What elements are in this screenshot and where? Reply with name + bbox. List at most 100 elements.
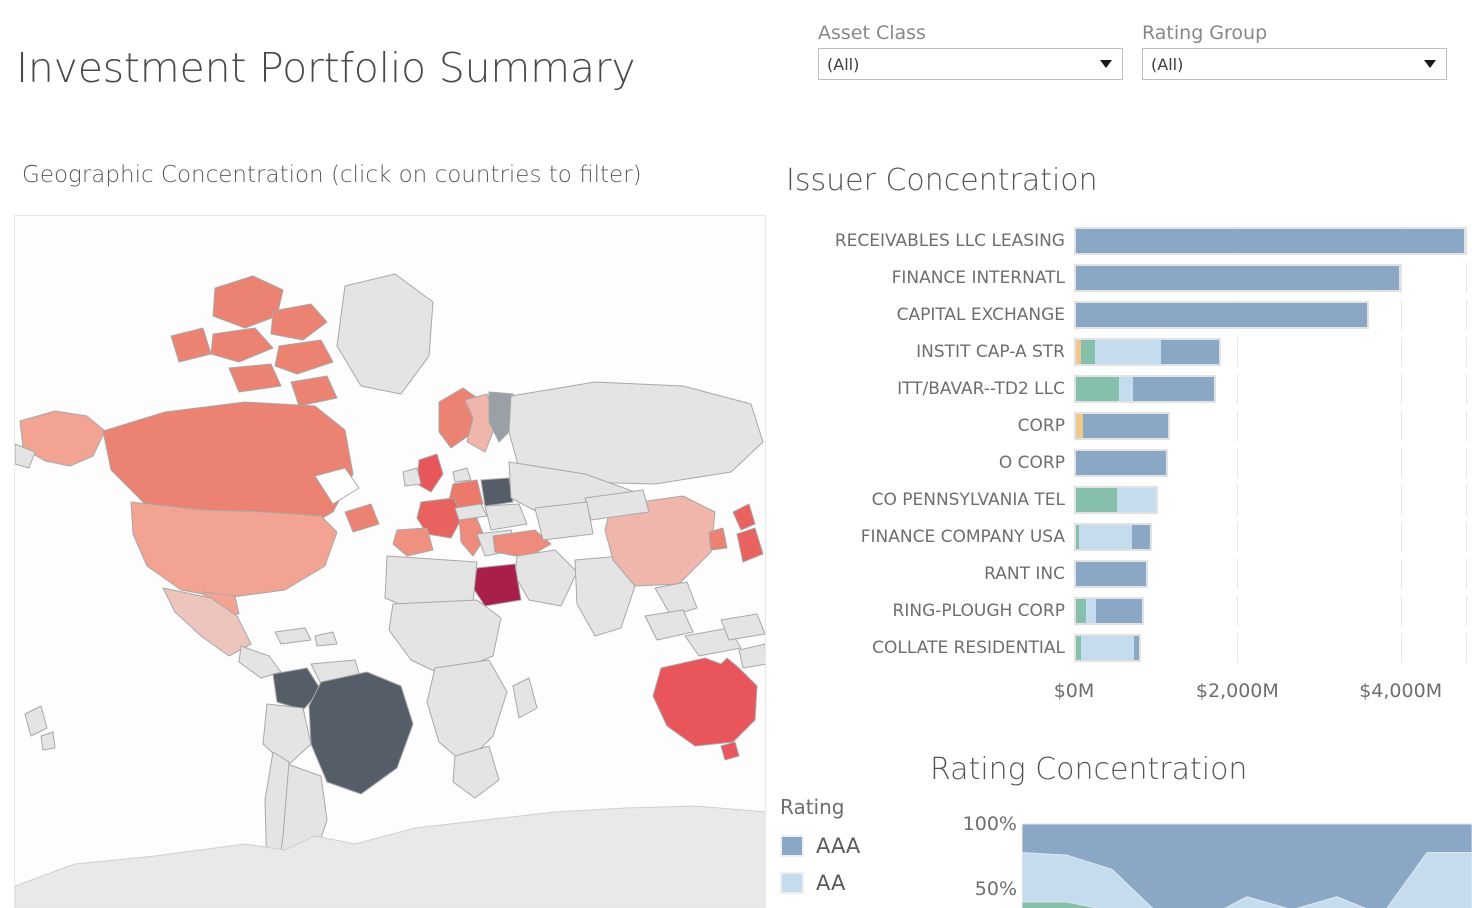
issuer-bar-track [1074, 373, 1467, 404]
issuer-bar-segment[interactable] [1095, 339, 1162, 364]
issuer-bar-stack[interactable] [1074, 448, 1168, 477]
issuer-bar-label: O CORP [998, 452, 1065, 473]
rating-legend: Rating AAAAAA [780, 795, 860, 908]
issuer-bar-track [1074, 225, 1467, 256]
issuer-bar-stack[interactable] [1074, 596, 1145, 625]
issuer-bar-label: ITT/BAVAR--TD2 LLC [897, 378, 1065, 399]
issuer-bar-track [1074, 632, 1467, 663]
issuer-bar-stack[interactable] [1074, 374, 1217, 403]
issuer-bar-segment[interactable] [1079, 524, 1132, 549]
issuer-bar-segment[interactable] [1081, 635, 1135, 660]
page-title: Investment Portfolio Summary [16, 44, 636, 92]
issuer-bar-row[interactable]: CAPITAL EXCHANGE [786, 296, 1467, 333]
legend-label: AA [816, 870, 846, 895]
issuer-concentration-title: Issuer Concentration [786, 163, 1098, 198]
chevron-down-icon[interactable] [1100, 60, 1112, 68]
issuer-bar-row[interactable]: RECEIVABLES LLC LEASING [786, 222, 1467, 259]
issuer-bar-track [1074, 336, 1467, 367]
issuer-bar-label: COLLATE RESIDENTIAL [872, 637, 1065, 658]
issuer-bar-row[interactable]: COLLATE RESIDENTIAL [786, 629, 1467, 666]
issuer-bar-label: RECEIVABLES LLC LEASING [834, 230, 1065, 251]
country-egypt [472, 563, 522, 607]
filter-asset-class-label: Asset Class [818, 22, 926, 44]
issuer-bar-stack[interactable] [1074, 226, 1466, 255]
issuer-bar-segment[interactable] [1076, 561, 1147, 586]
rating-y-tick: 100% [962, 813, 1017, 835]
issuer-bar-segment[interactable] [1132, 376, 1215, 401]
issuer-bar-row[interactable]: FINANCE INTERNATL [786, 259, 1467, 296]
rating-y-axis: 100% 50% [925, 810, 1017, 908]
legend-swatch [780, 871, 804, 894]
issuer-bar-row[interactable]: ITT/BAVAR--TD2 LLC [786, 370, 1467, 407]
issuer-bar-label: RANT INC [984, 563, 1065, 584]
issuer-concentration-chart: RECEIVABLES LLC LEASING FINANCE INTERNATL… [786, 222, 1467, 666]
filter-asset-class-dropdown[interactable]: (All) [818, 48, 1123, 80]
issuer-bar-label: FINANCE COMPANY USA [860, 526, 1065, 547]
rating-area-plot [1022, 810, 1472, 908]
issuer-bar-segment[interactable] [1076, 228, 1464, 253]
rating-concentration-title: Rating Concentration [930, 752, 1248, 787]
issuer-bar-stack[interactable] [1074, 411, 1171, 440]
filter-asset-class: Asset Class (All) [818, 22, 1123, 80]
issuer-bar-stack[interactable] [1074, 522, 1153, 551]
issuer-bar-segment[interactable] [1131, 524, 1151, 549]
issuer-bar-label: RING-PLOUGH CORP [892, 600, 1065, 621]
issuer-bar-segment[interactable] [1080, 339, 1096, 364]
issuer-bar-segment[interactable] [1076, 302, 1367, 327]
issuer-bar-segment[interactable] [1116, 487, 1156, 512]
issuer-bar-track [1074, 558, 1467, 589]
issuer-bar-row[interactable]: O CORP [786, 444, 1467, 481]
issuer-bar-track [1074, 262, 1467, 293]
issuer-bar-stack[interactable] [1074, 300, 1369, 329]
issuer-x-tick: $0M [1053, 680, 1095, 702]
issuer-bar-label: CORP [1017, 415, 1065, 436]
issuer-x-tick: $2,000M [1195, 680, 1279, 702]
country-poland [480, 477, 514, 507]
map-title: Geographic Concentration (click on count… [22, 162, 642, 188]
legend-item[interactable]: AAA [780, 827, 860, 864]
issuer-bar-stack[interactable] [1074, 337, 1221, 366]
issuer-bar-track [1074, 410, 1467, 441]
issuer-bar-segment[interactable] [1085, 598, 1097, 623]
chevron-down-icon[interactable] [1424, 60, 1436, 68]
issuer-bar-segment[interactable] [1076, 413, 1084, 438]
issuer-bar-row[interactable]: RING-PLOUGH CORP [786, 592, 1467, 629]
filter-rating-group-dropdown[interactable]: (All) [1142, 48, 1447, 80]
legend-item[interactable]: A [780, 901, 860, 908]
issuer-bar-segment[interactable] [1119, 376, 1133, 401]
issuer-bar-row[interactable]: INSTIT CAP-A STR [786, 333, 1467, 370]
issuer-bar-track [1074, 521, 1467, 552]
issuer-bar-segment[interactable] [1083, 413, 1169, 438]
issuer-bar-label: FINANCE INTERNATL [891, 267, 1065, 288]
issuer-bar-label: CAPITAL EXCHANGE [896, 304, 1065, 325]
issuer-bar-segment[interactable] [1161, 339, 1219, 364]
issuer-bar-segment[interactable] [1076, 376, 1120, 401]
issuer-bar-segment[interactable] [1134, 635, 1139, 660]
legend-swatch [780, 834, 804, 857]
dashboard-root: Investment Portfolio Summary Asset Class… [0, 0, 1472, 908]
issuer-bar-row[interactable]: CO PENNSYLVANIA TEL [786, 481, 1467, 518]
issuer-bar-track [1074, 595, 1467, 626]
geographic-concentration-map[interactable] [14, 215, 766, 908]
issuer-bar-stack[interactable] [1074, 485, 1158, 514]
issuer-bar-stack[interactable] [1074, 263, 1401, 292]
issuer-bar-row[interactable]: RANT INC [786, 555, 1467, 592]
issuer-bar-label: CO PENNSYLVANIA TEL [871, 489, 1065, 510]
issuer-bar-row[interactable]: FINANCE COMPANY USA [786, 518, 1467, 555]
rating-y-tick: 50% [974, 878, 1017, 900]
issuer-bar-stack[interactable] [1074, 559, 1149, 588]
issuer-bar-segment[interactable] [1076, 487, 1117, 512]
world-map-svg[interactable] [15, 216, 766, 908]
rating-concentration-chart: 100% 50% [925, 810, 1472, 908]
legend-item[interactable]: AA [780, 864, 860, 901]
issuer-bar-segment[interactable] [1096, 598, 1143, 623]
issuer-bar-segment[interactable] [1076, 598, 1086, 623]
issuer-bar-segment[interactable] [1076, 450, 1166, 475]
filter-asset-class-value: (All) [827, 54, 860, 74]
filter-rating-group-value: (All) [1151, 54, 1184, 74]
issuer-bar-track [1074, 447, 1467, 478]
issuer-bar-stack[interactable] [1074, 633, 1141, 662]
issuer-bar-segment[interactable] [1076, 265, 1399, 290]
issuer-bar-row[interactable]: CORP [786, 407, 1467, 444]
filter-rating-group-label: Rating Group [1142, 22, 1268, 44]
